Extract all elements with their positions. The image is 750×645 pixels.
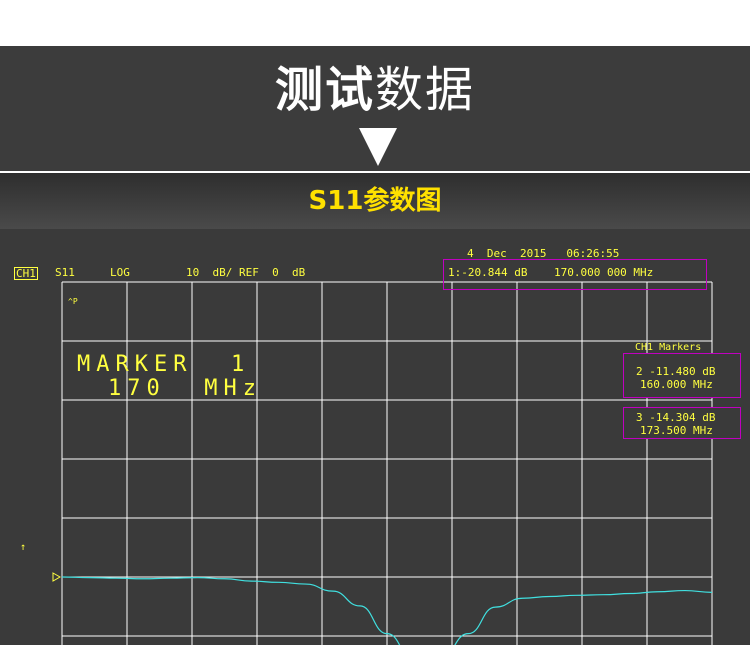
marker-frequency: 170 MHz xyxy=(108,376,262,401)
marker-3-freq: 173.500 MHz xyxy=(640,424,713,437)
param-label: S11 xyxy=(55,266,75,279)
scale-label: 10 dB/ REF 0 dB xyxy=(186,266,306,279)
reference-arrow-icon: ↑ xyxy=(20,542,27,553)
format-label: LOG xyxy=(110,266,130,279)
marker-3-db: 3 -14.304 dB xyxy=(636,411,716,424)
marker-2-freq: 160.000 MHz xyxy=(640,378,713,391)
marker-symbol: ^P xyxy=(68,297,78,306)
page-title: 测试数据 xyxy=(0,62,750,118)
reference-level-icon xyxy=(52,572,62,582)
down-triangle-icon xyxy=(359,128,397,166)
marker-2-db: 2 -11.480 dB xyxy=(636,365,716,378)
channel-badge: CH1 xyxy=(14,267,38,280)
marker-title: MARKER 1 xyxy=(77,352,251,377)
top-margin xyxy=(0,0,750,46)
section-title: S11参数图 xyxy=(308,186,442,216)
page-title-light: 数据 xyxy=(375,62,476,118)
page-title-bold: 测试 xyxy=(274,62,375,118)
active-marker-readout: 1:-20.844 dB 170.000 000 MHz xyxy=(448,266,654,279)
